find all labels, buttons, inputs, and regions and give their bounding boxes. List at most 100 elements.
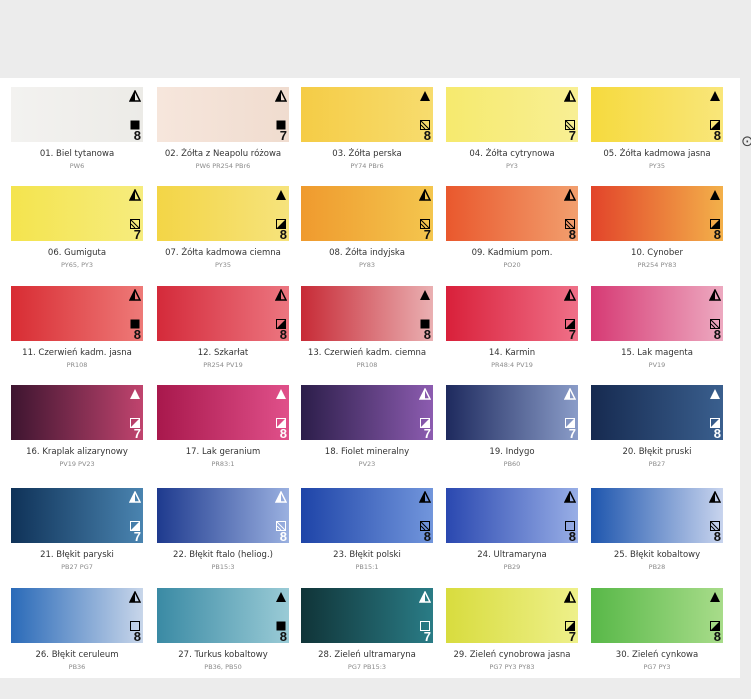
transparency-triangle-icon (418, 188, 432, 201)
rating-icons: 7 (563, 387, 577, 441)
rating-icons: 8 (275, 387, 287, 440)
paint-swatch: 8 (157, 588, 289, 643)
swatch-card: 8 09. Kadmium pom. PO20 (446, 186, 578, 285)
transparency-triangle-icon (128, 590, 142, 603)
transparency-triangle-icon (709, 590, 721, 602)
swatch-card: 7 04. Żółta cytrynowa PY3 (446, 87, 578, 186)
transparency-triangle-icon (709, 188, 721, 200)
paint-swatch: 8 (301, 286, 433, 341)
pigment-code: PB27 PG7 (61, 563, 93, 571)
pigment-code: PR254 PV19 (203, 361, 243, 369)
lightfastness-number: 7 (279, 128, 287, 143)
swatch-card: 8 11. Czerwień kadm. jasna PR108 (11, 286, 143, 385)
rating-icons: 8 (274, 288, 288, 341)
swatch-name: 24. Ultramaryna (477, 550, 547, 560)
lightfastness-number: 7 (423, 227, 431, 242)
lightfastness-number: 7 (133, 529, 141, 544)
pigment-code: PB29 (503, 563, 521, 571)
pigment-code: PV19 PV23 (59, 460, 95, 468)
transparency-triangle-icon (274, 288, 288, 301)
opacity-square-icon (565, 618, 575, 631)
pigment-code: PB15:3 (211, 563, 235, 571)
rating-icons: 7 (563, 288, 577, 342)
paint-swatch: 7 (446, 87, 578, 142)
opacity-square-icon (565, 415, 575, 428)
pigment-code: PB28 (648, 563, 666, 571)
lightfastness-number: 8 (423, 327, 431, 342)
rating-icons: 7 (128, 188, 142, 241)
opacity-square-icon (276, 415, 286, 428)
pigment-code: PY35 (648, 162, 666, 170)
paint-swatch: 8 (591, 286, 723, 341)
swatch-card: 8 05. Żółta kadmowa jasna PY35 (591, 87, 723, 186)
pigment-code: PR108 (356, 361, 378, 369)
lightfastness-number: 7 (568, 327, 576, 342)
pigment-code: PY65, PY3 (60, 261, 94, 269)
lightfastness-number: 7 (568, 426, 576, 441)
swatch-name: 21. Błękit paryski (40, 550, 114, 560)
opacity-square-icon (276, 117, 286, 130)
pigment-code: PB36 (68, 663, 86, 671)
swatch-name: 27. Turkus kobaltowy (178, 650, 268, 660)
swatch-card: 7 06. Gumiguta PY65, PY3 (11, 186, 143, 285)
swatch-card: 8 10. Cynober PR254 PY83 (591, 186, 723, 285)
paint-swatch: 8 (157, 286, 289, 341)
paint-swatch: 8 (157, 488, 289, 543)
opacity-square-icon (420, 618, 430, 631)
lightfastness-number: 8 (133, 629, 141, 644)
swatch-name: 14. Karmin (488, 348, 536, 358)
rating-icons: 8 (563, 490, 577, 543)
rating-icons: 7 (563, 89, 577, 142)
opacity-square-icon (130, 216, 140, 229)
opacity-square-icon (710, 618, 720, 631)
swatch-name: 22. Błękit ftalo (heliog.) (173, 550, 273, 560)
opacity-square-icon (565, 316, 575, 329)
swatch-card: 7 18. Fiolet mineralny PV23 (301, 385, 433, 484)
opacity-square-icon (420, 216, 430, 229)
paint-swatch: 8 (591, 385, 723, 440)
pigment-code: PG7 PY3 (643, 663, 671, 671)
swatch-name: 06. Gumiguta (47, 248, 107, 258)
top-band (0, 0, 751, 78)
swatch-card: 8 22. Błękit ftalo (heliog.) PB15:3 (157, 488, 289, 587)
swatch-name: 13. Czerwień kadm. ciemna (307, 348, 427, 358)
pigment-code: PB60 (503, 460, 521, 468)
pigment-code: PY3 (506, 162, 518, 170)
opacity-square-icon (130, 117, 140, 130)
swatch-card: 8 30. Zieleń cynkowa PG7 PY3 (591, 588, 723, 687)
transparency-triangle-icon (709, 89, 721, 101)
swatch-name: 05. Żółta kadmowa jasna (603, 149, 711, 159)
pigment-code: PW6 (69, 162, 85, 170)
lightfastness-number: 8 (713, 426, 721, 441)
rating-icons: 8 (418, 490, 432, 543)
opacity-square-icon (276, 216, 286, 229)
opacity-square-icon (130, 618, 140, 631)
paint-swatch: 8 (157, 186, 289, 241)
swatch-name: 16. Kraplak alizarynowy (26, 447, 128, 457)
pigment-code: PR48:4 PV19 (491, 361, 533, 369)
swatch-card: 8 07. Żółta kadmowa ciemna PY35 (157, 186, 289, 285)
opacity-square-icon (710, 415, 720, 428)
transparency-triangle-icon (128, 288, 142, 301)
opacity-square-icon (420, 117, 430, 130)
paint-swatch: 8 (157, 385, 289, 440)
swatch-name: 29. Zieleń cynobrowa jasna (453, 650, 571, 660)
swatch-name: 09. Kadmium pom. (471, 248, 553, 258)
paint-swatch: 8 (446, 488, 578, 543)
opacity-square-icon (130, 518, 140, 531)
rating-icons: 8 (275, 590, 287, 643)
lightfastness-number: 7 (423, 426, 431, 441)
rating-icons: 8 (274, 490, 288, 543)
transparency-triangle-icon (275, 188, 287, 200)
opacity-square-icon (420, 415, 430, 428)
swatch-name: 01. Biel tytanowa (39, 149, 115, 159)
swatch-card: 7 29. Zieleń cynobrowa jasna PG7 PY3 PY83 (446, 588, 578, 687)
opacity-square-icon (565, 518, 575, 531)
swatch-name: 23. Błękit polski (333, 550, 401, 560)
pigment-code: PG7 PY3 PY83 (489, 663, 535, 671)
transparency-triangle-icon (418, 387, 432, 400)
lightfastness-number: 8 (133, 327, 141, 342)
transparency-triangle-icon (418, 490, 432, 503)
transparency-triangle-icon (563, 490, 577, 503)
pigment-code: PR83:1 (211, 460, 235, 468)
